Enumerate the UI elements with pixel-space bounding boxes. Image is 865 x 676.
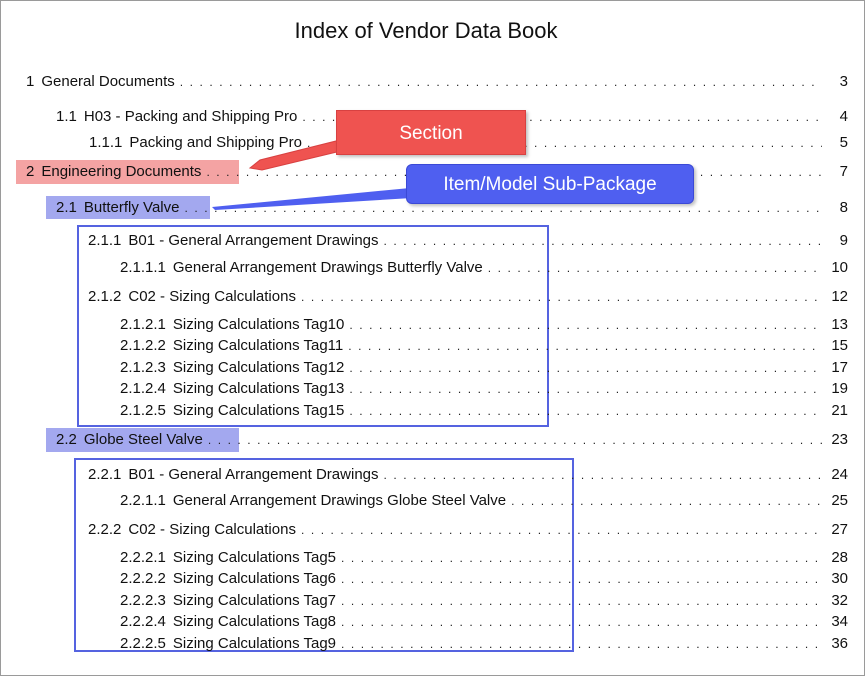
toc-entry[interactable]: 2.1.2.5 Sizing Calculations Tag15 21 (120, 401, 848, 421)
dot-leader (301, 287, 822, 307)
toc-entry[interactable]: 2.1.2.4 Sizing Calculations Tag13 19 (120, 379, 848, 399)
dot-leader (341, 634, 822, 654)
subpackage-callout: Item/Model Sub-Package (406, 164, 694, 204)
toc-entry[interactable]: 2.1.1 B01 - General Arrangement Drawings… (88, 231, 848, 251)
toc-entry[interactable]: 2.1.1.1 General Arrangement Drawings But… (120, 258, 848, 278)
toc-entry[interactable]: 2.2.2.1 Sizing Calculations Tag5 28 (120, 548, 848, 568)
toc-entry[interactable]: 2.2.2.4 Sizing Calculations Tag8 34 (120, 612, 848, 632)
dot-leader (341, 569, 822, 589)
dot-leader (349, 315, 822, 335)
dot-leader (349, 379, 822, 399)
dot-leader (384, 231, 823, 251)
dot-leader (180, 72, 822, 92)
toc-entry[interactable]: 2.1.2 C02 - Sizing Calculations 12 (88, 287, 848, 307)
dot-leader (341, 591, 822, 611)
dot-leader (511, 491, 822, 511)
toc-entry[interactable]: 2.2.2.5 Sizing Calculations Tag9 36 (120, 634, 848, 654)
dot-leader (348, 336, 822, 356)
page-title: Index of Vendor Data Book (294, 18, 558, 43)
toc-entry[interactable]: 2.2.2 C02 - Sizing Calculations 27 (88, 520, 848, 540)
toc-entry[interactable]: 1 General Documents 3 (26, 72, 848, 92)
toc-entry[interactable]: 2.1.2.2 Sizing Calculations Tag11 15 (120, 336, 848, 356)
toc-entry[interactable]: 2.1.2.1 Sizing Calculations Tag10 13 (120, 315, 848, 335)
dot-leader (349, 401, 822, 421)
dot-leader (301, 520, 822, 540)
toc-entry[interactable]: 2.1.2.3 Sizing Calculations Tag12 17 (120, 358, 848, 378)
section-callout: Section (336, 110, 526, 155)
toc-entry[interactable]: 2.2 Globe Steel Valve 23 (56, 430, 848, 450)
dot-leader (341, 612, 822, 632)
toc-entry[interactable]: 2.2.1.1 General Arrangement Drawings Glo… (120, 491, 848, 511)
dot-leader (208, 430, 822, 450)
toc-entry[interactable]: 2.2.2.2 Sizing Calculations Tag6 30 (120, 569, 848, 589)
dot-leader (488, 258, 822, 278)
toc-entry[interactable]: 2.2.1 B01 - General Arrangement Drawings… (88, 465, 848, 485)
dot-leader (349, 358, 822, 378)
dot-leader (384, 465, 823, 485)
toc-entry[interactable]: 2.2.2.3 Sizing Calculations Tag7 32 (120, 591, 848, 611)
dot-leader (341, 548, 822, 568)
